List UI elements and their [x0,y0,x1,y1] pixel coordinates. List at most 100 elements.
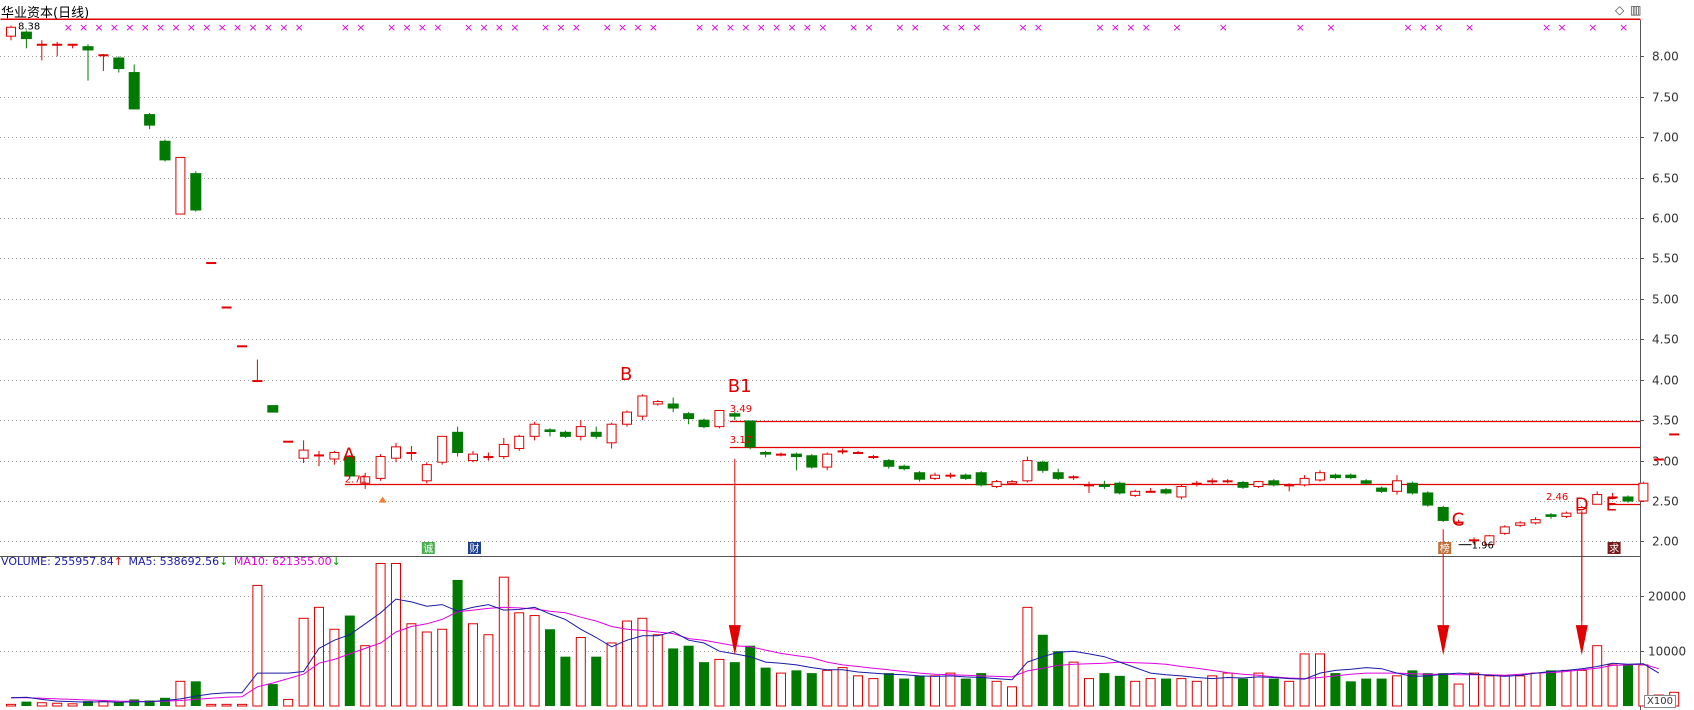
candle-body [1253,481,1264,487]
candle-body [945,474,956,477]
candle-body [252,380,263,383]
volume-bar [421,631,432,707]
volume-bar [160,697,170,706]
candle-body [1130,490,1141,496]
price-tick-label: 2.50 [1652,495,1679,509]
volume-bar [729,662,740,706]
candle-body [6,26,16,37]
candle-body [82,46,94,51]
volume-bar [252,584,263,707]
volume-bar [837,667,848,707]
x-marker: × [402,21,411,34]
price-tick-label: 5.50 [1652,252,1679,266]
volume-bar [190,681,201,706]
window-icon[interactable]: ▥ [1630,3,1641,17]
candle-body [822,453,833,468]
x-marker: × [433,21,442,34]
x-marker: × [356,21,365,34]
volume-bar [314,606,324,707]
candle-body [1052,472,1064,479]
candle-body [590,431,602,437]
signal-arrow-head [1575,625,1588,656]
candle-body [128,72,140,110]
x-marker: × [295,21,304,34]
event-tag-label: 诚 [423,543,433,555]
candle-body [375,456,386,479]
x-marker: × [141,21,150,34]
x-marker: × [1588,21,1597,34]
x-marker: × [1465,21,1474,34]
volume-bar [930,675,940,707]
x-marker: × [757,21,766,34]
price-label: 8.38 [18,22,40,33]
signal-arrow-head [728,625,741,656]
volume-bar [1330,673,1341,706]
volume-bar [6,703,16,707]
candle-body [1422,492,1434,506]
volume-bar [52,702,63,707]
x-marker: × [1018,21,1027,34]
price-tick-label: 6.00 [1652,212,1679,226]
x-marker: × [218,21,227,34]
price-tick-label: 7.00 [1652,131,1679,145]
candle-body [622,411,632,425]
volume-bar [791,670,802,706]
stock-chart[interactable]: 8.00 7.50 7.00 6.50 6.00 5.50 5.00 4.50 4.00 3.50… [0,0,1694,710]
volume-bar [1145,678,1156,707]
volume-bar [1607,664,1618,707]
x-marker: × [279,21,288,34]
candle-body [113,57,125,70]
chart-title: 华业资本(日线) [1,6,90,21]
volume-bar [344,615,355,706]
candle-body [329,452,340,460]
candle-body [1622,496,1634,502]
x-marker: × [941,21,950,34]
volume-bar [1376,678,1387,706]
candle-body [1084,484,1094,487]
volume-bar [1053,651,1064,706]
diamond-icon[interactable]: ◇ [1615,3,1624,17]
candle-body [1561,512,1572,517]
x-marker: × [1403,21,1412,34]
candle-body [98,54,109,57]
candle-body [930,474,940,479]
candle-body [1268,480,1280,486]
volume-bar [1561,669,1572,707]
annotation-label: A [343,445,356,466]
x-marker: × [387,21,396,34]
volume-bar [622,620,632,707]
volume-bar [1392,675,1402,707]
candle-body [1098,484,1110,487]
volume-bar [267,684,278,706]
volume-value: VOLUME: 255957.84↑ [1,555,123,568]
ma10-value: MA10: 621355.00↓ [233,555,341,568]
candle-body [206,262,217,265]
volume-bar [237,703,247,707]
event-tag-label: 财 [470,542,480,555]
volume-bar [175,680,186,707]
candle-body [698,419,710,428]
volume-bar [1530,672,1541,707]
x-marker: × [895,21,904,34]
candle-body [1299,477,1310,486]
volume-bar [483,634,494,707]
x-marker: × [803,21,812,34]
candle-body [1376,487,1388,492]
annotation-label: E [1606,495,1617,516]
candle-body [667,403,679,409]
volume-bar [899,678,910,706]
candle-body [144,114,156,126]
volume-bar [914,675,925,706]
x-marker: × [418,21,427,34]
x-marker: × [556,21,565,34]
x-marker: × [618,21,627,34]
candle-body [806,455,818,468]
volume-bar [883,673,894,706]
x-marker: × [125,21,134,34]
x-marker: × [818,21,827,34]
candle-body [1545,514,1557,517]
signal-triangle [378,496,387,503]
candle-body [468,453,478,462]
x-marker: × [1557,21,1566,34]
x-marker: × [1095,21,1104,34]
